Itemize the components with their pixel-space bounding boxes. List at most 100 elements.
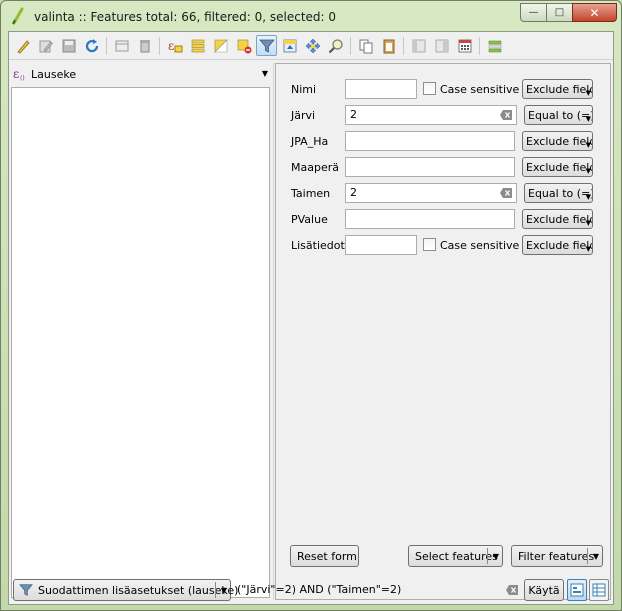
operator-button[interactable]: Equal to (=) ▼ [524,105,593,125]
toggle-editing-button[interactable] [12,35,33,56]
form-row-taimen: Taimen 2 Equal to (=) ▼ [276,183,610,205]
move-selection-top-button[interactable] [279,35,300,56]
operator-button[interactable]: Exclude field ▼ [522,131,593,151]
filter-expression-field[interactable]: ("Järvi"=2) AND ("Taimen"=2) [235,579,521,601]
qgis-app-icon [12,7,24,25]
expression-combo[interactable]: ε() Lauseke ▼ [11,63,270,85]
select-all-icon [191,39,204,52]
paste-features-button[interactable] [378,35,399,56]
jpa-ha-input[interactable] [345,131,515,151]
window-controls: — □ ✕ [520,3,617,23]
chevron-down-icon: ▼ [585,219,591,227]
advanced-filter-combo[interactable]: Suodattimen lisäasetukset (lauseke) ▼ [13,579,238,601]
clear-icon[interactable] [500,188,512,198]
svg-text:(): () [20,75,25,82]
reset-form-button[interactable]: Reset form [290,545,359,567]
field-calculator-icon [458,39,471,52]
reload-button[interactable] [81,35,102,56]
expression-icon: ε() [13,67,25,82]
multi-edit-button[interactable] [35,35,56,56]
pane-splitter[interactable] [273,63,274,600]
select-by-expression-button[interactable]: ε [164,35,185,56]
toolbar-separator [350,36,351,55]
pvalue-input[interactable] [345,209,515,229]
delete-selected-button[interactable] [134,35,155,56]
form-row-jpa-ha: JPA_Ha Exclude field ▼ [276,131,610,153]
pan-icon [305,38,320,53]
save-edits-button[interactable] [58,35,79,56]
form-view-button[interactable] [567,579,587,601]
new-field-button[interactable] [408,35,429,56]
copy-selected-button[interactable] [355,35,376,56]
invert-selection-button[interactable] [210,35,231,56]
chevron-down-icon: ▼ [585,115,591,123]
clear-icon[interactable] [506,585,518,595]
conditional-format-icon [488,40,501,52]
toolbar-separator [106,36,107,55]
lisatiedot-input[interactable] [345,235,417,255]
operator-label: Exclude field [526,239,593,252]
form-row-pvalue: PValue Exclude field ▼ [276,209,610,231]
zoom-to-selected-button[interactable] [325,35,346,56]
deselect-all-button[interactable] [233,35,254,56]
attribute-table-window: valinta :: Features total: 66, filtered:… [0,0,622,611]
case-sensitive-label: Case sensitive [440,83,520,96]
operator-button[interactable]: Exclude field ▼ [522,157,593,177]
minimize-button[interactable]: — [520,3,547,22]
add-feature-button[interactable] [111,35,132,56]
case-sensitive-label: Case sensitive [440,239,520,252]
chevron-down-icon: ▼ [585,193,591,201]
maximize-icon: □ [554,7,565,18]
operator-button[interactable]: Exclude field ▼ [522,79,593,99]
chevron-down-icon[interactable]: ▼ [493,552,499,561]
chevron-down-icon: ▼ [585,141,591,149]
conditional-formatting-button[interactable] [484,35,505,56]
delete-field-button[interactable] [431,35,452,56]
expression-select-icon: ε [168,39,182,53]
show-selected-button[interactable] [256,35,277,56]
table-view-button[interactable] [589,579,609,601]
toolbar-separator [403,36,404,55]
svg-text:ε: ε [13,67,19,81]
close-button[interactable]: ✕ [572,3,617,22]
toolbar-separator [479,36,480,55]
field-calculator-button[interactable] [454,35,475,56]
case-sensitive-checkbox[interactable] [423,82,436,95]
title-bar[interactable]: valinta :: Features total: 66, filtered:… [1,1,621,31]
chevron-down-icon: ▼ [585,89,591,97]
split-divider [487,548,488,564]
maximize-button[interactable]: □ [546,3,573,22]
pencil-icon [16,39,30,53]
field-list[interactable] [11,87,270,598]
jarvi-input[interactable]: 2 [345,105,517,125]
taimen-input[interactable]: 2 [345,183,517,203]
filter-icon [19,584,33,596]
apply-button[interactable]: Käytä [524,579,564,601]
toolbar-separator [159,36,160,55]
maapera-input[interactable] [345,157,515,177]
chevron-down-icon[interactable]: ▼ [593,552,599,561]
operator-button[interactable]: Equal to (=) ▼ [524,183,593,203]
clear-icon[interactable] [500,110,512,120]
operator-button[interactable]: Exclude field ▼ [522,235,593,255]
filter-icon [258,39,275,53]
operator-button[interactable]: Exclude field ▼ [522,209,593,229]
filter-features-button[interactable]: Filter features ▼ [511,545,603,567]
chevron-down-icon: ▼ [261,69,268,78]
table-view-icon [592,583,606,597]
paste-icon [383,39,394,53]
trash-icon [139,39,150,52]
pan-to-selected-button[interactable] [302,35,323,56]
field-label: Nimi [291,83,317,96]
delete-column-icon [435,39,448,52]
new-field-icon [412,39,425,52]
nimi-input[interactable] [345,79,417,99]
case-sensitive-checkbox[interactable] [423,238,436,251]
advanced-filter-label: Suodattimen lisäasetukset (lauseke) [38,584,239,597]
select-features-button[interactable]: Select features ▼ [408,545,503,567]
operator-label: Equal to (=) [528,187,593,200]
jarvi-input-value: 2 [350,108,357,121]
bottom-bar: Suodattimen lisäasetukset (lauseke) ▼ ("… [9,577,613,604]
select-all-button[interactable] [187,35,208,56]
client-area: ε ε () Lauseke ▼ Nimi Case sensitive Exc… [8,31,614,605]
